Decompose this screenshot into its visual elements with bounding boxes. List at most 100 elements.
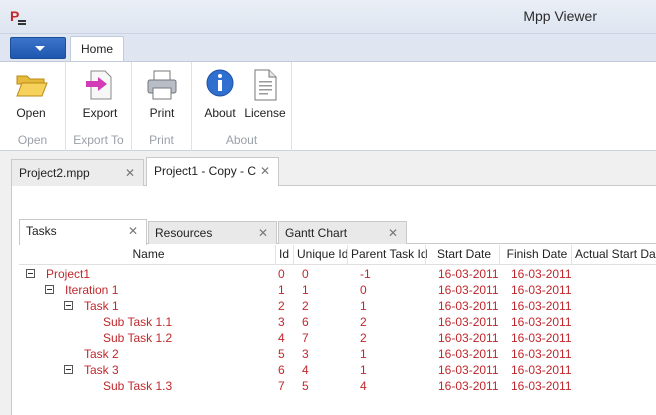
title-bar: P Mpp Viewer bbox=[0, 0, 656, 34]
license-button[interactable]: License bbox=[242, 68, 288, 120]
folder-open-icon bbox=[16, 75, 48, 97]
cell-parent-task-id: 2 bbox=[360, 315, 367, 329]
open-button[interactable]: Open bbox=[10, 68, 52, 120]
cell-unique-id: 4 bbox=[302, 363, 309, 377]
table-row[interactable]: Task 1 2 2 1 16-03-2011 16-03-2011 bbox=[19, 298, 656, 314]
tab-label: Resources bbox=[155, 226, 213, 240]
cell-finish-date: 16-03-2011 bbox=[511, 315, 572, 329]
ribbon-group-export: Export Export To bbox=[66, 62, 132, 152]
column-header-actual-start-date[interactable]: Actual Start Da bbox=[571, 245, 656, 265]
about-button[interactable]: About bbox=[200, 68, 240, 120]
collapse-toggle-icon[interactable] bbox=[64, 365, 73, 374]
column-header-start-date[interactable]: Start Date bbox=[425, 245, 499, 265]
cell-finish-date: 16-03-2011 bbox=[511, 267, 572, 281]
cell-id: 0 bbox=[278, 267, 285, 281]
cell-id: 1 bbox=[278, 283, 285, 297]
table-row[interactable]: Task 2 5 3 1 16-03-2011 16-03-2011 bbox=[19, 346, 656, 362]
cell-unique-id: 1 bbox=[302, 283, 309, 297]
ribbon-group-open: Open Open bbox=[0, 62, 66, 152]
document-pane: Tasks ✕ Resources ✕ Gantt Chart ✕ Name I… bbox=[11, 186, 656, 415]
ribbon-group-print: Print Print bbox=[132, 62, 192, 152]
document-tab-strip: Project2.mpp ✕ Project1 - Copy - C ✕ bbox=[11, 157, 656, 187]
group-label-open: Open bbox=[17, 133, 48, 147]
table-row[interactable]: Project1 0 0 -1 16-03-2011 16-03-2011 bbox=[19, 266, 656, 282]
collapse-toggle-icon[interactable] bbox=[45, 285, 54, 294]
ribbon-tab-row: Home bbox=[0, 34, 656, 63]
close-icon[interactable]: ✕ bbox=[128, 220, 138, 242]
cell-parent-task-id: 0 bbox=[360, 283, 367, 297]
table-row[interactable]: Task 3 6 4 1 16-03-2011 16-03-2011 bbox=[19, 362, 656, 378]
cell-id: 3 bbox=[278, 315, 285, 329]
table-row[interactable]: Iteration 1 1 1 0 16-03-2011 16-03-2011 bbox=[19, 282, 656, 298]
cell-name: Iteration 1 bbox=[65, 283, 119, 297]
export-icon bbox=[86, 70, 112, 100]
column-header-parent-task-id[interactable]: Parent Task Id bbox=[347, 245, 428, 265]
column-header-name[interactable]: Name bbox=[19, 245, 275, 265]
document-tab-project1-copy[interactable]: Project1 - Copy - C ✕ bbox=[146, 157, 279, 187]
tab-label: Gantt Chart bbox=[285, 226, 348, 240]
cell-start-date: 16-03-2011 bbox=[438, 379, 499, 393]
tab-resources[interactable]: Resources ✕ bbox=[148, 221, 277, 244]
close-icon[interactable]: ✕ bbox=[258, 222, 268, 244]
view-tab-strip: Tasks ✕ Resources ✕ Gantt Chart ✕ bbox=[19, 219, 656, 245]
collapse-toggle-icon[interactable] bbox=[64, 301, 73, 310]
collapse-toggle-icon[interactable] bbox=[26, 269, 35, 278]
cell-parent-task-id: 1 bbox=[360, 347, 367, 361]
task-grid: Name Id Unique Id Parent Task Id Start D… bbox=[19, 245, 656, 415]
document-tab-project2[interactable]: Project2.mpp ✕ bbox=[11, 159, 144, 186]
cell-unique-id: 3 bbox=[302, 347, 309, 361]
close-icon[interactable]: ✕ bbox=[260, 158, 270, 184]
document-icon bbox=[254, 69, 277, 101]
cell-finish-date: 16-03-2011 bbox=[511, 331, 572, 345]
cell-name: Task 1 bbox=[84, 299, 119, 313]
cell-parent-task-id: 2 bbox=[360, 331, 367, 345]
column-header-id[interactable]: Id bbox=[275, 245, 293, 265]
cell-finish-date: 16-03-2011 bbox=[511, 363, 572, 377]
cell-name: Sub Task 1.1 bbox=[103, 315, 173, 329]
cell-parent-task-id: 4 bbox=[360, 379, 367, 393]
cell-name: Task 2 bbox=[84, 347, 119, 361]
tab-gantt-chart[interactable]: Gantt Chart ✕ bbox=[278, 221, 407, 244]
cell-start-date: 16-03-2011 bbox=[438, 347, 499, 361]
close-icon[interactable]: ✕ bbox=[125, 160, 135, 186]
document-tab-label: Project1 - Copy - C bbox=[154, 164, 257, 178]
cell-start-date: 16-03-2011 bbox=[438, 331, 499, 345]
cell-name: Sub Task 1.2 bbox=[103, 331, 173, 345]
table-row[interactable]: Sub Task 1.2 4 7 2 16-03-2011 16-03-2011 bbox=[19, 330, 656, 346]
cell-name: Sub Task 1.3 bbox=[103, 379, 173, 393]
export-button[interactable]: Export bbox=[78, 68, 122, 120]
cell-parent-task-id: -1 bbox=[360, 267, 371, 281]
table-row[interactable]: Sub Task 1.3 7 5 4 16-03-2011 16-03-2011 bbox=[19, 378, 656, 394]
cell-name: Project1 bbox=[46, 267, 91, 281]
tab-tasks[interactable]: Tasks ✕ bbox=[19, 219, 147, 245]
cell-id: 5 bbox=[278, 347, 285, 361]
group-label-export-to: Export To bbox=[73, 133, 124, 147]
cell-id: 7 bbox=[278, 379, 285, 393]
cell-unique-id: 5 bbox=[302, 379, 309, 393]
cell-start-date: 16-03-2011 bbox=[438, 315, 499, 329]
cell-finish-date: 16-03-2011 bbox=[511, 283, 572, 297]
document-tab-label: Project2.mpp bbox=[19, 166, 90, 180]
tab-home[interactable]: Home bbox=[70, 36, 124, 63]
table-row[interactable]: Sub Task 1.1 3 6 2 16-03-2011 16-03-2011 bbox=[19, 314, 656, 330]
license-label: License bbox=[244, 106, 286, 120]
cell-start-date: 16-03-2011 bbox=[438, 299, 499, 313]
cell-unique-id: 2 bbox=[302, 299, 309, 313]
cell-parent-task-id: 1 bbox=[360, 299, 367, 313]
cell-unique-id: 0 bbox=[302, 267, 309, 281]
cell-start-date: 16-03-2011 bbox=[438, 267, 499, 281]
print-button[interactable]: Print bbox=[141, 68, 183, 120]
export-label: Export bbox=[82, 106, 118, 120]
application-menu-button[interactable] bbox=[10, 37, 66, 59]
cell-finish-date: 16-03-2011 bbox=[511, 379, 572, 393]
cell-parent-task-id: 1 bbox=[360, 363, 367, 377]
grid-header: Name Id Unique Id Parent Task Id Start D… bbox=[19, 245, 656, 265]
cell-finish-date: 16-03-2011 bbox=[511, 299, 572, 313]
column-header-unique-id[interactable]: Unique Id bbox=[293, 245, 348, 265]
chevron-down-icon bbox=[35, 46, 45, 51]
tab-label: Tasks bbox=[26, 224, 57, 238]
cell-start-date: 16-03-2011 bbox=[438, 283, 499, 297]
column-header-finish-date[interactable]: Finish Date bbox=[499, 245, 571, 265]
print-label: Print bbox=[149, 106, 175, 120]
close-icon[interactable]: ✕ bbox=[388, 222, 398, 244]
